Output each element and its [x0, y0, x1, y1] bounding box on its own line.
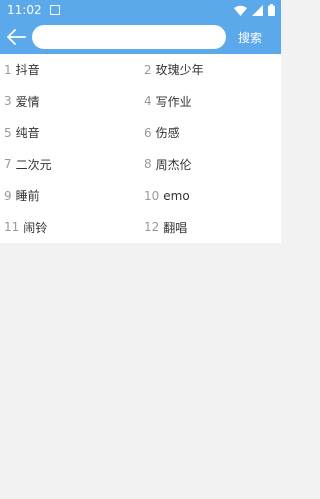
item-label: 睡前 [15, 189, 40, 204]
item-label: 翻唱 [163, 220, 188, 235]
item-label: 周杰伦 [155, 157, 192, 172]
status-time: 11:02 [7, 3, 42, 17]
battery-icon [268, 4, 275, 16]
list-item[interactable]: 11 闹铃 [0, 212, 140, 244]
list-item[interactable]: 1 抖音 [0, 54, 140, 86]
item-label: 纯音 [15, 126, 40, 141]
item-index: 3 [4, 94, 12, 109]
list-item[interactable]: 7 二次元 [0, 149, 140, 181]
back-arrow-icon [7, 29, 26, 45]
item-label: 二次元 [15, 157, 52, 172]
item-index: 7 [4, 157, 12, 172]
search-input[interactable] [32, 25, 226, 49]
search-button[interactable]: 搜索 [236, 25, 264, 50]
list-item[interactable]: 4 写作业 [140, 86, 281, 118]
item-index: 1 [4, 62, 12, 77]
item-label: 爱情 [15, 94, 40, 109]
item-index: 10 [144, 188, 160, 203]
list-item[interactable]: 12 翻唱 [140, 212, 281, 244]
back-button[interactable] [0, 20, 32, 54]
item-index: 5 [4, 125, 12, 140]
item-index: 2 [144, 62, 152, 77]
item-label: 闹铃 [23, 220, 48, 235]
item-index: 6 [144, 125, 152, 140]
item-label: 写作业 [155, 94, 192, 109]
item-index: 11 [4, 220, 20, 235]
hot-search-list: 1 抖音 2 玫瑰少年 3 爱情 4 写作业 5 纯音 6 伤感 7 二次元 8… [0, 54, 281, 243]
list-item[interactable]: 2 玫瑰少年 [140, 54, 281, 86]
item-label: 抖音 [15, 63, 40, 78]
list-item[interactable]: 3 爱情 [0, 86, 140, 118]
item-label: 玫瑰少年 [155, 63, 204, 78]
status-icons [234, 4, 275, 16]
item-label: 伤感 [155, 126, 180, 141]
item-index: 4 [144, 94, 152, 109]
notification-icon [49, 5, 60, 15]
item-index: 9 [4, 188, 12, 203]
list-item[interactable]: 9 睡前 [0, 180, 140, 212]
search-bar: 搜索 [0, 20, 281, 54]
item-label: emo [163, 188, 190, 203]
list-item[interactable]: 6 伤感 [140, 117, 281, 149]
list-item[interactable]: 8 周杰伦 [140, 149, 281, 181]
wifi-icon [234, 5, 247, 16]
item-index: 8 [144, 157, 152, 172]
list-item[interactable]: 5 纯音 [0, 117, 140, 149]
signal-icon [252, 4, 263, 16]
status-bar: 11:02 [0, 0, 281, 20]
item-index: 12 [144, 220, 160, 235]
list-item[interactable]: 10 emo [140, 180, 281, 212]
